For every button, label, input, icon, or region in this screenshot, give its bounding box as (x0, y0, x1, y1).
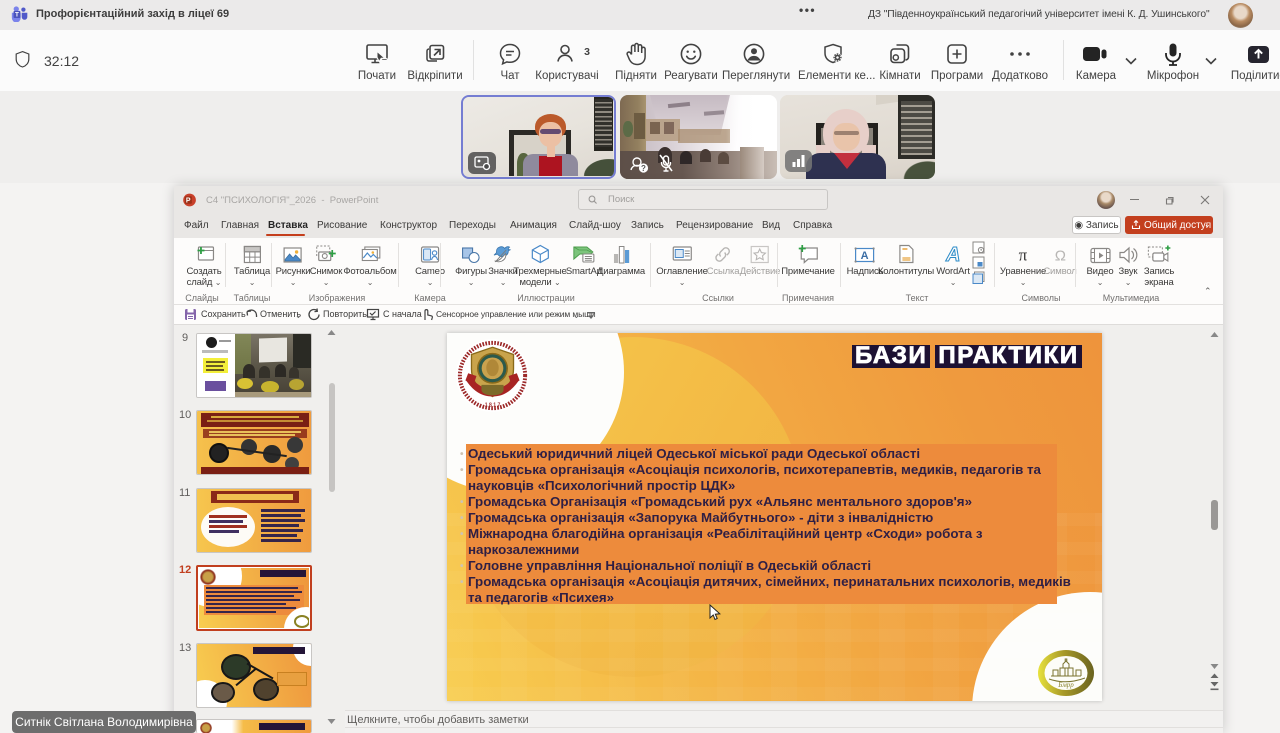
svg-text:A: A (861, 250, 869, 262)
svg-text:1 8 1 7: 1 8 1 7 (485, 402, 501, 408)
svg-text:A: A (945, 244, 960, 264)
svg-text:Ω: Ω (1054, 248, 1065, 265)
svg-text:Бмрр: Бмрр (1057, 681, 1074, 689)
svg-text:T: T (15, 11, 19, 18)
svg-text:π: π (1019, 246, 1028, 264)
svg-text:P: P (186, 198, 191, 205)
svg-text:?: ? (641, 164, 646, 173)
